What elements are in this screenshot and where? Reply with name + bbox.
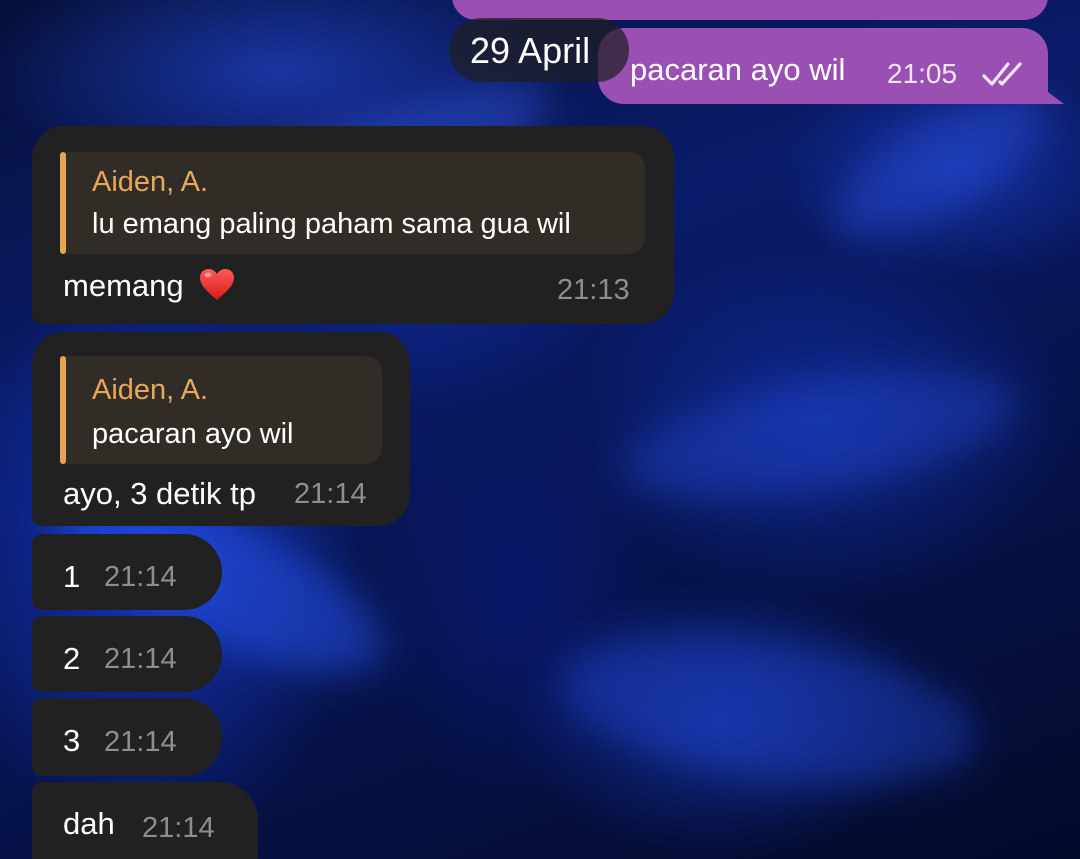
reply-accent-bar bbox=[60, 356, 66, 464]
wallpaper-streak bbox=[613, 346, 1027, 524]
date-separator-label: 29 April bbox=[470, 30, 591, 71]
outgoing-message-text: pacaran ayo wil bbox=[630, 52, 846, 87]
message-time: 21:13 bbox=[557, 274, 630, 306]
message-time: 21:14 bbox=[104, 561, 177, 593]
reply-quoted-text: lu emang paling paham sama gua wil bbox=[92, 208, 571, 240]
message-text: 3 bbox=[63, 723, 81, 758]
bubble-tail bbox=[1040, 86, 1064, 104]
reply-accent-bar bbox=[60, 152, 66, 254]
wallpaper-streak bbox=[552, 611, 988, 809]
message-text: ayo, 3 detik tp bbox=[63, 476, 257, 511]
reply-sender-name: Aiden, A. bbox=[92, 166, 209, 198]
previous-outgoing-bubble[interactable] bbox=[452, 0, 1048, 20]
heart-icon bbox=[200, 269, 234, 300]
message-text: dah bbox=[63, 806, 115, 841]
message-time: 21:14 bbox=[294, 478, 367, 510]
message-time: 21:14 bbox=[142, 812, 215, 844]
message-time: 21:14 bbox=[104, 726, 177, 758]
reply-quoted-text: pacaran ayo wil bbox=[92, 418, 294, 450]
message-text: 1 bbox=[63, 559, 81, 594]
outgoing-message-time: 21:05 bbox=[887, 58, 958, 89]
message-text: memang bbox=[63, 268, 184, 303]
double-check-icon bbox=[982, 62, 1022, 86]
message-time: 21:14 bbox=[104, 643, 177, 675]
reply-sender-name: Aiden, A. bbox=[92, 374, 209, 406]
message-text: 2 bbox=[63, 641, 81, 676]
